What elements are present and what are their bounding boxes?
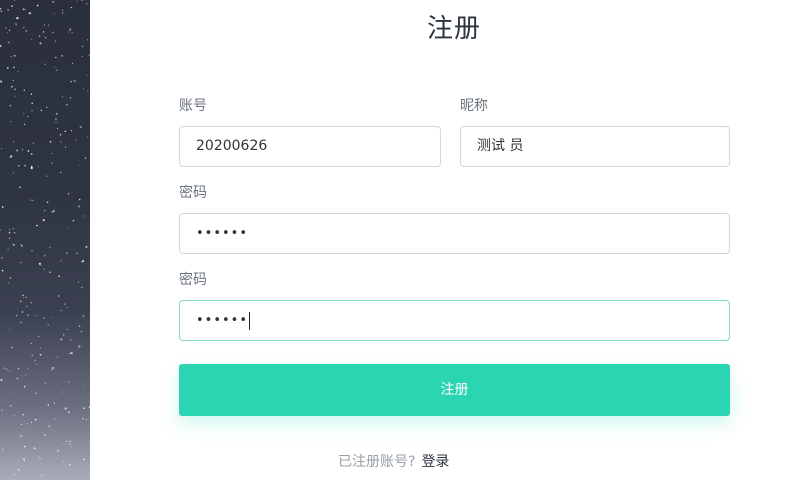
password-label: 密码 [179, 185, 207, 201]
nickname-input[interactable]: 测试 员 [460, 126, 730, 167]
login-prompt-row: 已注册账号? 登录 [338, 451, 449, 471]
password-input[interactable]: •••••• [179, 213, 730, 254]
confirm-password-input-value: •••••• [196, 313, 249, 328]
confirm-password-label: 密码 [179, 272, 207, 288]
page-title: 注册 [426, 14, 481, 44]
nickname-input-value: 测试 员 [477, 138, 524, 154]
account-label: 账号 [179, 98, 207, 114]
account-input-value: 20200626 [196, 138, 268, 154]
text-caret [249, 311, 251, 330]
password-input-value: •••••• [196, 226, 249, 241]
nickname-label: 昵称 [460, 98, 488, 114]
already-registered-text: 已注册账号? [338, 454, 416, 470]
register-button[interactable]: 注册 [179, 364, 730, 416]
login-link[interactable]: 登录 [421, 454, 449, 470]
starry-sky-image [0, 0, 90, 480]
confirm-password-input[interactable]: •••••• [179, 300, 730, 341]
account-input[interactable]: 20200626 [179, 126, 441, 167]
